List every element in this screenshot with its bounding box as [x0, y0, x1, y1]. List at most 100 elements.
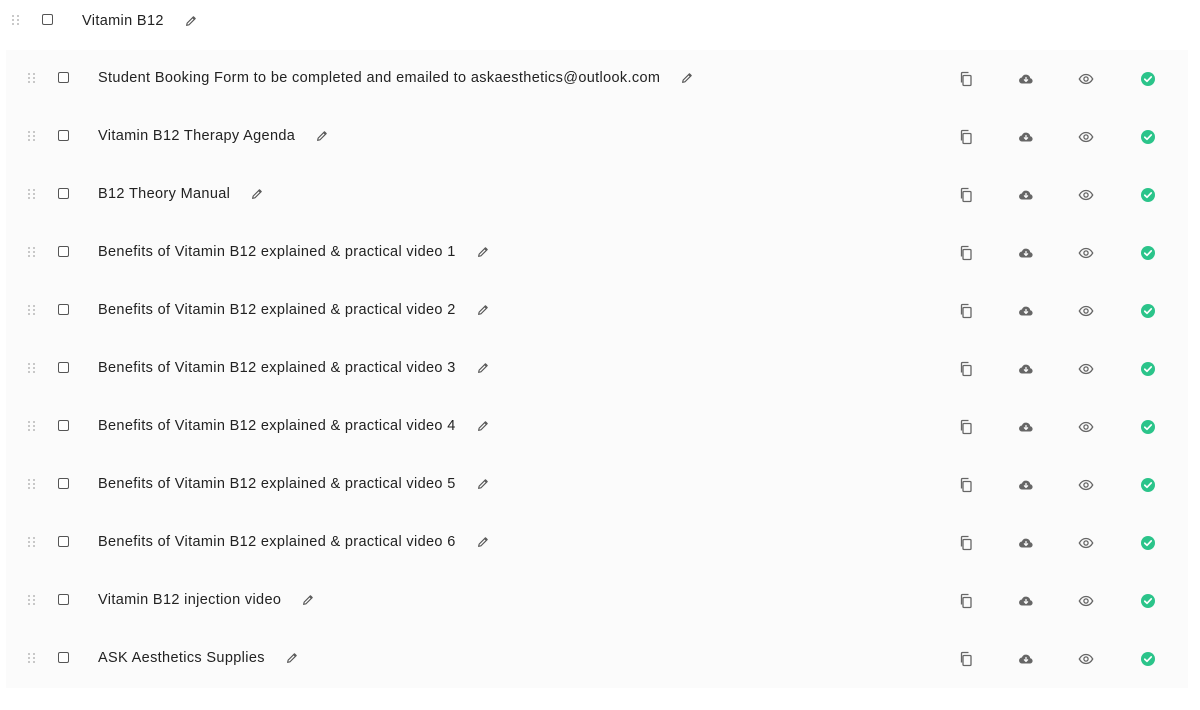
edit-lesson-pencil-icon[interactable] — [476, 419, 490, 433]
lesson-checkbox[interactable] — [58, 130, 69, 141]
cloud-download-icon[interactable] — [1018, 651, 1034, 667]
drag-handle-icon[interactable] — [28, 653, 36, 665]
copy-icon[interactable] — [958, 187, 974, 203]
section-checkbox[interactable] — [42, 14, 53, 25]
copy-icon[interactable] — [958, 361, 974, 377]
lesson-title-row: Benefits of Vitamin B12 explained & prac… — [98, 418, 490, 434]
cloud-download-icon[interactable] — [1018, 477, 1034, 493]
drag-handle-icon[interactable] — [28, 421, 36, 433]
lesson-title-row: Benefits of Vitamin B12 explained & prac… — [98, 476, 490, 492]
lesson-checkbox[interactable] — [58, 362, 69, 373]
check-circle-icon — [1140, 187, 1156, 203]
edit-lesson-pencil-icon[interactable] — [476, 477, 490, 491]
cloud-download-icon[interactable] — [1018, 245, 1034, 261]
cloud-download-icon[interactable] — [1018, 187, 1034, 203]
check-circle-icon — [1140, 361, 1156, 377]
cloud-download-icon[interactable] — [1018, 303, 1034, 319]
eye-icon[interactable] — [1078, 535, 1094, 551]
drag-handle-icon[interactable] — [28, 247, 36, 259]
lesson-checkbox[interactable] — [58, 652, 69, 663]
cloud-download-icon[interactable] — [1018, 535, 1034, 551]
lesson-checkbox[interactable] — [58, 478, 69, 489]
lesson-checkbox[interactable] — [58, 420, 69, 431]
eye-icon[interactable] — [1078, 651, 1094, 667]
check-circle-icon — [1140, 129, 1156, 145]
eye-icon[interactable] — [1078, 187, 1094, 203]
lesson-checkbox[interactable] — [58, 188, 69, 199]
lessons-list: Student Booking Form to be completed and… — [6, 50, 1188, 688]
copy-icon[interactable] — [958, 71, 974, 87]
edit-lesson-pencil-icon[interactable] — [250, 187, 264, 201]
check-circle-icon — [1140, 303, 1156, 319]
lesson-title: Vitamin B12 injection video — [98, 592, 282, 608]
copy-icon[interactable] — [958, 303, 974, 319]
lesson-row: Vitamin B12 injection video — [6, 572, 1188, 630]
lesson-title-row: Benefits of Vitamin B12 explained & prac… — [98, 360, 490, 376]
lesson-row: ASK Aesthetics Supplies — [6, 630, 1188, 688]
lesson-title-row: B12 Theory Manual — [98, 186, 264, 202]
lesson-title: Benefits of Vitamin B12 explained & prac… — [98, 244, 456, 260]
section-header: Vitamin B12 — [0, 0, 1200, 44]
lesson-title-row: Benefits of Vitamin B12 explained & prac… — [98, 302, 490, 318]
edit-lesson-pencil-icon[interactable] — [476, 303, 490, 317]
cloud-download-icon[interactable] — [1018, 361, 1034, 377]
edit-lesson-pencil-icon[interactable] — [476, 535, 490, 549]
edit-section-pencil-icon[interactable] — [184, 14, 198, 28]
eye-icon[interactable] — [1078, 593, 1094, 609]
cloud-download-icon[interactable] — [1018, 129, 1034, 145]
lesson-row: Benefits of Vitamin B12 explained & prac… — [6, 398, 1188, 456]
drag-handle-icon[interactable] — [28, 73, 36, 85]
lesson-row: Benefits of Vitamin B12 explained & prac… — [6, 224, 1188, 282]
edit-lesson-pencil-icon[interactable] — [476, 245, 490, 259]
check-circle-icon — [1140, 651, 1156, 667]
check-circle-icon — [1140, 535, 1156, 551]
copy-icon[interactable] — [958, 477, 974, 493]
edit-lesson-pencil-icon[interactable] — [285, 651, 299, 665]
lesson-title: Benefits of Vitamin B12 explained & prac… — [98, 476, 456, 492]
drag-handle-icon[interactable] — [28, 595, 36, 607]
drag-handle-icon[interactable] — [28, 537, 36, 549]
drag-handle-icon[interactable] — [28, 189, 36, 201]
eye-icon[interactable] — [1078, 129, 1094, 145]
section-drag-handle-icon[interactable] — [12, 15, 20, 27]
lesson-row: Student Booking Form to be completed and… — [6, 50, 1188, 108]
lesson-title: Benefits of Vitamin B12 explained & prac… — [98, 302, 456, 318]
copy-icon[interactable] — [958, 419, 974, 435]
copy-icon[interactable] — [958, 245, 974, 261]
drag-handle-icon[interactable] — [28, 131, 36, 143]
eye-icon[interactable] — [1078, 71, 1094, 87]
eye-icon[interactable] — [1078, 477, 1094, 493]
lesson-title-row: Vitamin B12 injection video — [98, 592, 315, 608]
lesson-title: ASK Aesthetics Supplies — [98, 650, 265, 666]
edit-lesson-pencil-icon[interactable] — [315, 129, 329, 143]
copy-icon[interactable] — [958, 651, 974, 667]
check-circle-icon — [1140, 477, 1156, 493]
drag-handle-icon[interactable] — [28, 305, 36, 317]
cloud-download-icon[interactable] — [1018, 419, 1034, 435]
drag-handle-icon[interactable] — [28, 363, 36, 375]
lesson-row: Benefits of Vitamin B12 explained & prac… — [6, 514, 1188, 572]
check-circle-icon — [1140, 245, 1156, 261]
cloud-download-icon[interactable] — [1018, 71, 1034, 87]
edit-lesson-pencil-icon[interactable] — [301, 593, 315, 607]
eye-icon[interactable] — [1078, 303, 1094, 319]
copy-icon[interactable] — [958, 593, 974, 609]
eye-icon[interactable] — [1078, 361, 1094, 377]
drag-handle-icon[interactable] — [28, 479, 36, 491]
lesson-row: Benefits of Vitamin B12 explained & prac… — [6, 456, 1188, 514]
cloud-download-icon[interactable] — [1018, 593, 1034, 609]
section-title-row: Vitamin B12 — [82, 13, 198, 29]
lesson-title-row: Vitamin B12 Therapy Agenda — [98, 128, 329, 144]
lesson-checkbox[interactable] — [58, 536, 69, 547]
lesson-checkbox[interactable] — [58, 304, 69, 315]
copy-icon[interactable] — [958, 535, 974, 551]
edit-lesson-pencil-icon[interactable] — [680, 71, 694, 85]
lesson-title: Vitamin B12 Therapy Agenda — [98, 128, 296, 144]
lesson-checkbox[interactable] — [58, 72, 69, 83]
lesson-checkbox[interactable] — [58, 246, 69, 257]
eye-icon[interactable] — [1078, 245, 1094, 261]
lesson-checkbox[interactable] — [58, 594, 69, 605]
edit-lesson-pencil-icon[interactable] — [476, 361, 490, 375]
eye-icon[interactable] — [1078, 419, 1094, 435]
copy-icon[interactable] — [958, 129, 974, 145]
